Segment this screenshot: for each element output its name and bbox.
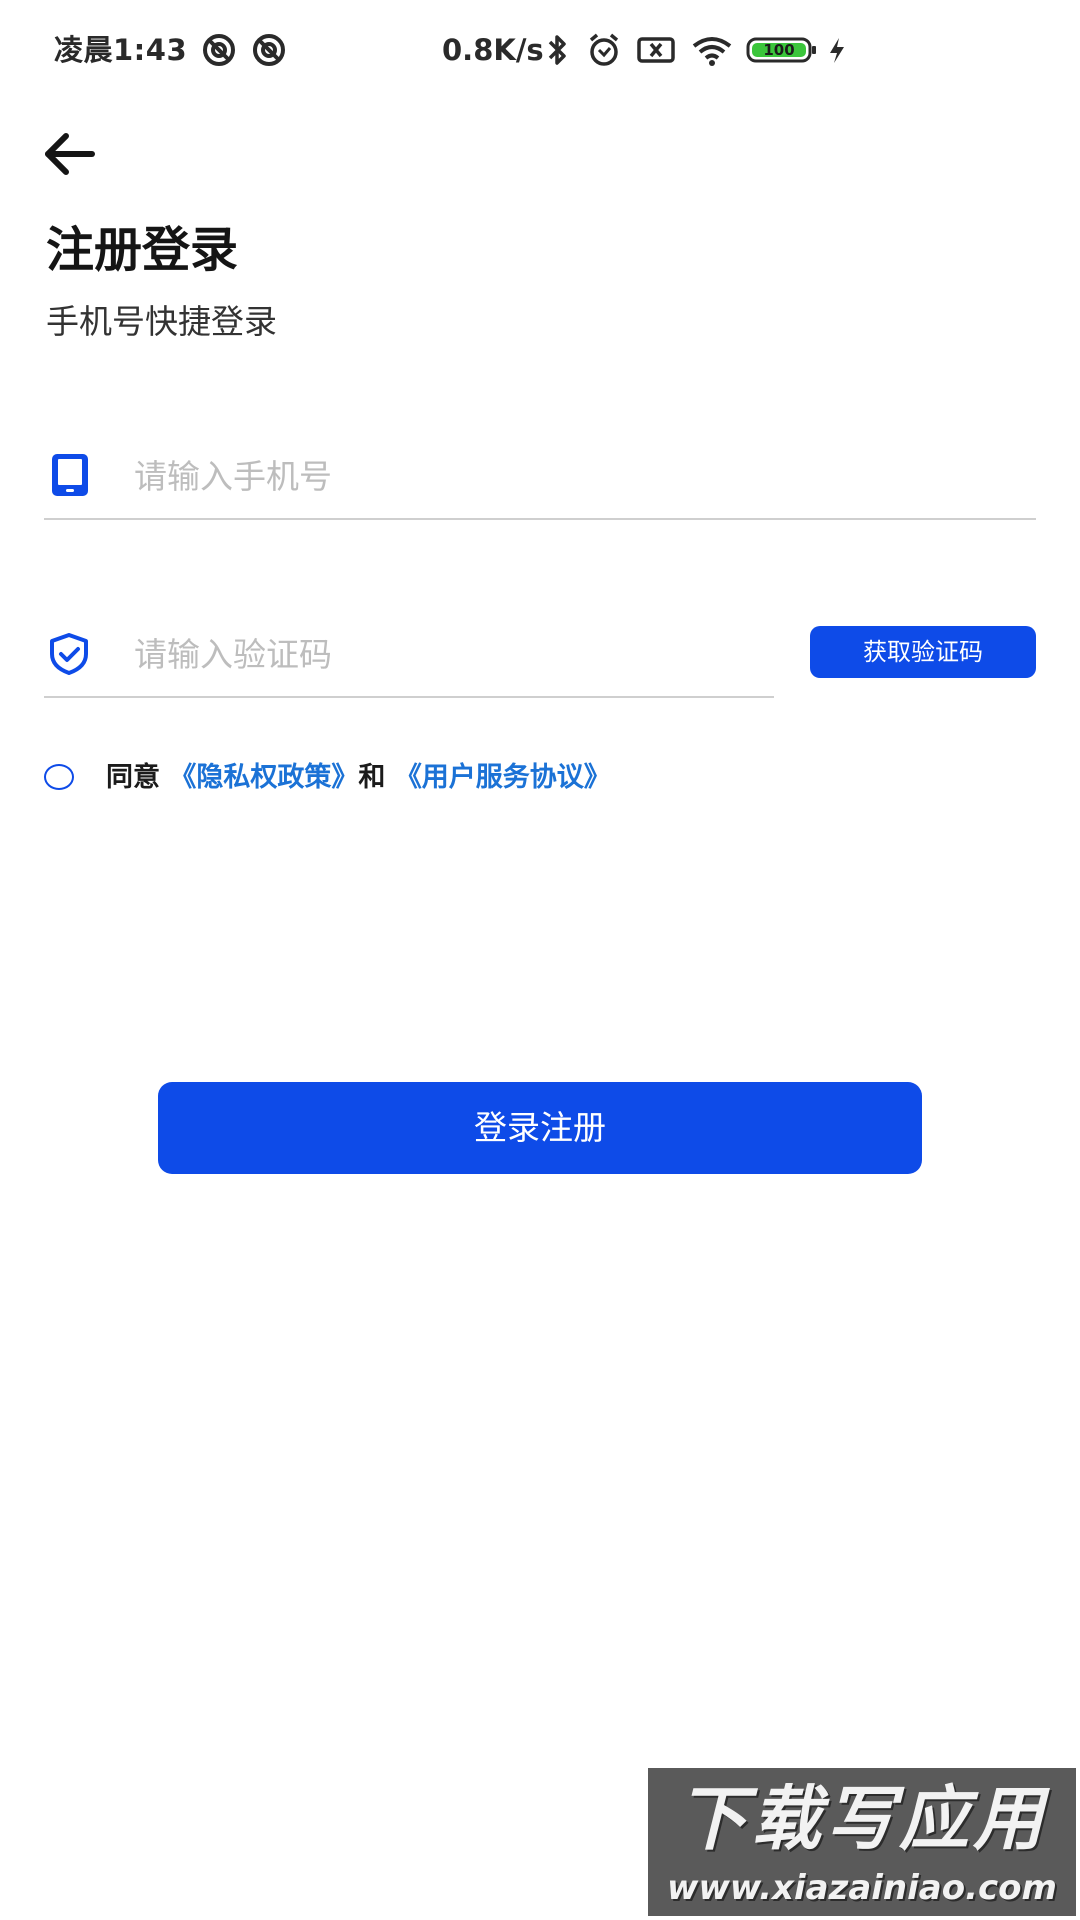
phone-divider — [44, 518, 1036, 520]
wifi-icon — [692, 37, 732, 66]
code-input[interactable] — [134, 624, 754, 684]
shield-check-icon — [50, 633, 88, 675]
terms-of-service-link[interactable]: 《用户服务协议》 — [395, 762, 611, 793]
sim-blocked-icon — [637, 37, 675, 63]
watermark-url: www.xiazainiao.com — [667, 1868, 1057, 1908]
hotspot-icon — [203, 34, 235, 66]
arrow-left-icon — [45, 133, 95, 175]
back-button[interactable] — [40, 126, 100, 182]
phone-icon — [52, 454, 88, 496]
hotspot-icon — [253, 34, 285, 66]
status-bar: 凌晨1:43 0.8K/s 100 — [0, 0, 1080, 100]
code-divider — [44, 696, 774, 698]
agreement-text: 同意 《隐私权政策》和 《用户服务协议》 — [106, 756, 611, 800]
watermark: 下载写应用 www.xiazainiao.com — [648, 1768, 1076, 1916]
network-speed: 0.8K/s — [442, 33, 544, 67]
bluetooth-icon — [548, 35, 566, 65]
agreement-row: 同意 《隐私权政策》和 《用户服务协议》 — [44, 756, 1024, 800]
charging-icon — [830, 38, 844, 63]
agreement-checkbox[interactable] — [44, 764, 74, 790]
code-field — [44, 610, 774, 698]
agreement-prefix: 同意 — [106, 762, 160, 793]
phone-field — [44, 432, 1036, 520]
agreement-conjunction: 和 — [358, 762, 386, 793]
alarm-icon — [589, 33, 619, 66]
page-subtitle: 手机号快捷登录 — [46, 302, 277, 341]
login-register-button[interactable]: 登录注册 — [158, 1082, 922, 1174]
privacy-policy-link[interactable]: 《隐私权政策》 — [169, 762, 358, 793]
battery-level: 100 — [763, 41, 795, 59]
status-time: 凌晨1:43 — [54, 33, 188, 67]
watermark-title: 下载写应用 — [677, 1778, 1047, 1860]
phone-input[interactable] — [134, 446, 1014, 506]
page-title: 注册登录 — [46, 222, 239, 278]
get-code-button[interactable]: 获取验证码 — [810, 626, 1036, 678]
